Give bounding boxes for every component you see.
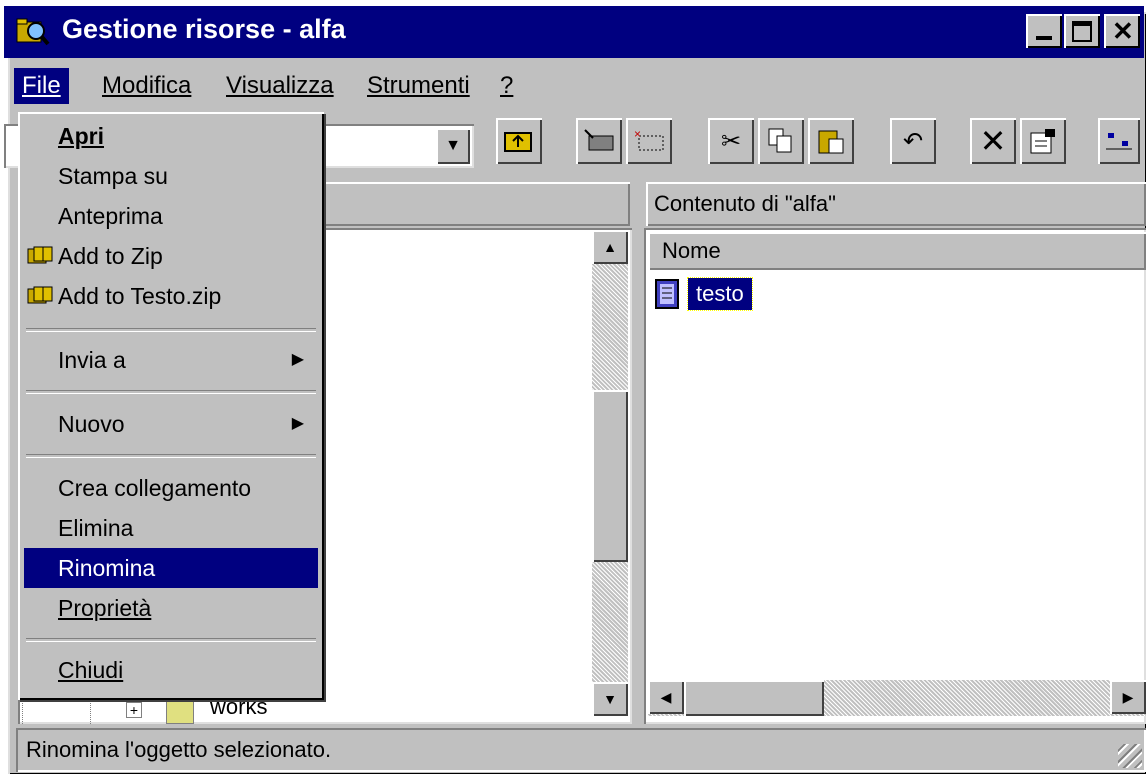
copy-icon <box>768 128 792 153</box>
menu-help[interactable]: ? <box>492 68 521 104</box>
window-title: Gestione risorse - alfa <box>62 14 346 44</box>
menu-strumenti[interactable]: Strumenti <box>359 68 478 104</box>
menu-bar: File Modifica Visualizza Strumenti ? <box>4 60 1144 112</box>
menu-modifica[interactable]: Modifica <box>94 68 199 104</box>
menu-item-add-to-zip[interactable]: Add to Zip <box>24 236 318 276</box>
expand-plus-icon[interactable]: + <box>126 702 142 718</box>
menu-separator <box>26 638 316 642</box>
tree-vscrollbar[interactable]: ▲ ▼ <box>592 230 628 716</box>
menu-separator <box>26 454 316 458</box>
scissors-icon: ✂ <box>720 127 742 155</box>
menu-file[interactable]: File <box>14 68 69 104</box>
scroll-right-button[interactable]: ▶ <box>1110 680 1146 714</box>
title-bar[interactable]: Gestione risorse - alfa ✕ <box>4 6 1144 58</box>
map-drive-icon <box>584 129 614 151</box>
properties-button[interactable] <box>1020 118 1066 164</box>
maximize-icon <box>1072 21 1092 42</box>
tree-dotted-line <box>22 698 25 724</box>
resize-grip-icon[interactable] <box>1118 744 1142 768</box>
column-header-nome[interactable]: Nome <box>648 232 1146 270</box>
close-icon: ✕ <box>1112 16 1134 46</box>
menu-item-nuovo[interactable]: Nuovo ▶ <box>24 404 318 444</box>
menu-item-proprieta[interactable]: Proprietà <box>24 588 318 628</box>
properties-icon <box>1030 129 1055 154</box>
folder-icon <box>166 700 194 724</box>
menu-item-chiudi[interactable]: Chiudi <box>24 650 318 690</box>
cut-button[interactable]: ✂ <box>708 118 754 164</box>
menu-item-anteprima[interactable]: Anteprima <box>24 196 318 236</box>
file-menu-dropdown: Apri Stampa su Anteprima Add to Zip Add … <box>18 112 324 700</box>
content-hscrollbar[interactable]: ◀ ▶ <box>648 680 1146 716</box>
hscroll-thumb[interactable] <box>684 680 824 716</box>
close-button[interactable]: ✕ <box>1104 14 1140 48</box>
status-text: Rinomina l'oggetto selezionato. <box>26 737 332 762</box>
undo-button[interactable]: ↶ <box>890 118 936 164</box>
svg-text:×: × <box>634 128 641 141</box>
tree-dotted-line <box>90 698 93 724</box>
menu-item-crea-collegamento[interactable]: Crea collegamento <box>24 468 318 508</box>
map-drive-button[interactable] <box>576 118 622 164</box>
menu-item-stampa-su[interactable]: Stampa su <box>24 156 318 196</box>
zip-icon <box>27 246 53 264</box>
scroll-left-button[interactable]: ◀ <box>648 680 684 714</box>
up-folder-icon <box>504 132 532 152</box>
delete-x-icon: ✕ <box>979 123 1007 159</box>
tree-scroll-thumb[interactable] <box>592 390 628 562</box>
disconnect-drive-button[interactable]: × <box>626 118 672 164</box>
menu-item-add-to-testo-zip[interactable]: Add to Testo.zip <box>24 276 318 316</box>
text-file-icon <box>655 279 679 309</box>
arrow-up-icon: ▲ <box>603 239 617 255</box>
chevron-down-icon: ▼ <box>445 137 461 154</box>
menu-item-invia-a[interactable]: Invia a ▶ <box>24 340 318 380</box>
undo-icon: ↶ <box>902 127 924 155</box>
menu-separator <box>26 390 316 394</box>
copy-button[interactable] <box>758 118 804 164</box>
minimize-button[interactable] <box>1026 14 1062 48</box>
menu-item-elimina[interactable]: Elimina <box>24 508 318 548</box>
content-pane-header: Contenuto di "alfa" <box>646 182 1146 226</box>
menu-separator <box>26 328 316 332</box>
file-label: testo <box>687 277 753 311</box>
disconnect-drive-icon: × <box>634 128 664 151</box>
explorer-icon <box>16 18 50 46</box>
arrow-down-icon: ▼ <box>603 691 617 707</box>
content-pane[interactable]: Nome testo ◀ ▶ <box>644 228 1146 724</box>
delete-button[interactable]: ✕ <box>970 118 1016 164</box>
paste-button[interactable] <box>808 118 854 164</box>
paste-icon <box>818 130 844 154</box>
submenu-arrow-icon: ▶ <box>291 415 304 432</box>
arrow-right-icon: ▶ <box>1122 688 1134 705</box>
menu-visualizza[interactable]: Visualizza <box>218 68 342 104</box>
submenu-arrow-icon: ▶ <box>291 351 304 368</box>
large-icons-icon <box>1106 133 1132 150</box>
scroll-down-button[interactable]: ▼ <box>592 682 628 716</box>
arrow-left-icon: ◀ <box>660 688 672 705</box>
large-icons-button[interactable] <box>1098 118 1140 164</box>
combo-dropdown-button[interactable]: ▼ <box>436 128 470 164</box>
menu-item-rinomina[interactable]: Rinomina <box>24 548 318 588</box>
maximize-button[interactable] <box>1064 14 1100 48</box>
status-bar: Rinomina l'oggetto selezionato. <box>16 728 1146 772</box>
minimize-icon <box>1036 36 1052 40</box>
up-folder-button[interactable] <box>496 118 542 164</box>
menu-item-apri[interactable]: Apri <box>24 116 318 156</box>
zip-icon <box>27 286 53 304</box>
scroll-up-button[interactable]: ▲ <box>592 230 628 264</box>
tree-item-works[interactable]: + works <box>18 694 588 724</box>
